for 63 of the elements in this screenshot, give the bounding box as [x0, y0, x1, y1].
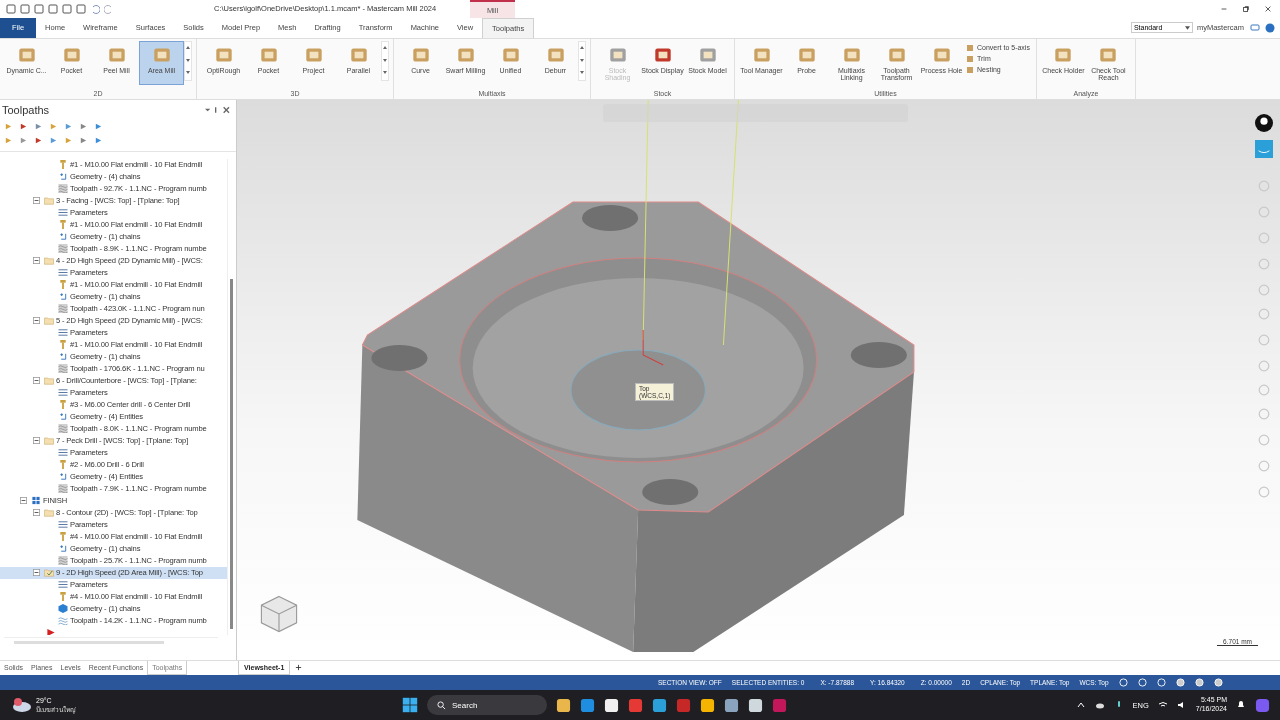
- toolbar-icon[interactable]: [20, 3, 30, 14]
- chain-icon: [58, 232, 68, 242]
- gallery-scroll[interactable]: [381, 40, 389, 81]
- toolbar-icon[interactable]: [62, 3, 72, 14]
- gallery-scroll[interactable]: [578, 40, 586, 81]
- toolbar-icon[interactable]: [6, 3, 16, 14]
- chain-icon: [58, 472, 68, 482]
- solid-icon: [58, 604, 68, 614]
- copilot-icon[interactable]: [1255, 697, 1270, 713]
- toolbar-icon[interactable]: [34, 3, 44, 14]
- collapse-icon[interactable]: [33, 509, 40, 517]
- folder-icon: [44, 508, 54, 518]
- sliders-icon: [58, 268, 68, 278]
- chain-icon: [58, 352, 68, 362]
- chain-icon: [58, 412, 68, 422]
- app-icon[interactable]: [724, 697, 739, 713]
- cloud-icon[interactable]: [12, 698, 32, 713]
- sliders-icon: [58, 328, 68, 338]
- folder-icon: [44, 568, 54, 578]
- search-icon: [437, 700, 446, 710]
- app-icon[interactable]: [556, 697, 571, 713]
- folder-icon: [44, 316, 54, 326]
- help-icon[interactable]: [1265, 22, 1275, 33]
- scrollbar[interactable]: [227, 158, 236, 635]
- chain-icon: [58, 292, 68, 302]
- start-icon[interactable]: [402, 697, 418, 714]
- toolbar-icon[interactable]: [76, 3, 86, 14]
- pin-icon[interactable]: [1255, 113, 1273, 132]
- chat-icon[interactable]: [1250, 22, 1260, 33]
- grid-icon: [31, 496, 41, 506]
- app-icon[interactable]: [700, 697, 715, 713]
- folder-icon: [44, 256, 54, 266]
- sliders-icon: [58, 580, 68, 590]
- panel-title: Toolpaths: [2, 103, 50, 116]
- collapse-icon[interactable]: [33, 257, 40, 265]
- app-icon[interactable]: [748, 697, 763, 713]
- folder-icon: [44, 376, 54, 386]
- folder-icon: [44, 196, 54, 206]
- chain-icon: [58, 172, 68, 182]
- collapse-icon[interactable]: [33, 377, 40, 385]
- undo-icon[interactable]: [90, 3, 100, 14]
- gallery-scroll[interactable]: [184, 40, 192, 81]
- caret-icon: [1184, 25, 1190, 30]
- sliders-icon: [58, 388, 68, 398]
- collapse-icon[interactable]: [33, 437, 40, 445]
- sliders-icon: [58, 520, 68, 530]
- view-icon[interactable]: [1255, 139, 1273, 158]
- search-field[interactable]: Search: [427, 695, 547, 716]
- app-icon[interactable]: [604, 697, 619, 713]
- collapse-icon[interactable]: [33, 197, 40, 205]
- collapse-icon[interactable]: [33, 569, 40, 577]
- restore-icon[interactable]: [1242, 4, 1250, 13]
- redo-icon[interactable]: [104, 3, 114, 14]
- insert-arrow-icon[interactable]: [46, 628, 56, 635]
- sliders-icon: [58, 448, 68, 458]
- sliders-icon: [58, 208, 68, 218]
- close-icon[interactable]: [1264, 4, 1272, 13]
- folder-icon: [44, 436, 54, 446]
- chain-icon: [58, 544, 68, 554]
- toolbar-icon[interactable]: [48, 3, 58, 14]
- add-icon[interactable]: [295, 664, 303, 672]
- collapse-icon[interactable]: [33, 317, 40, 325]
- collapse-icon[interactable]: [20, 497, 27, 505]
